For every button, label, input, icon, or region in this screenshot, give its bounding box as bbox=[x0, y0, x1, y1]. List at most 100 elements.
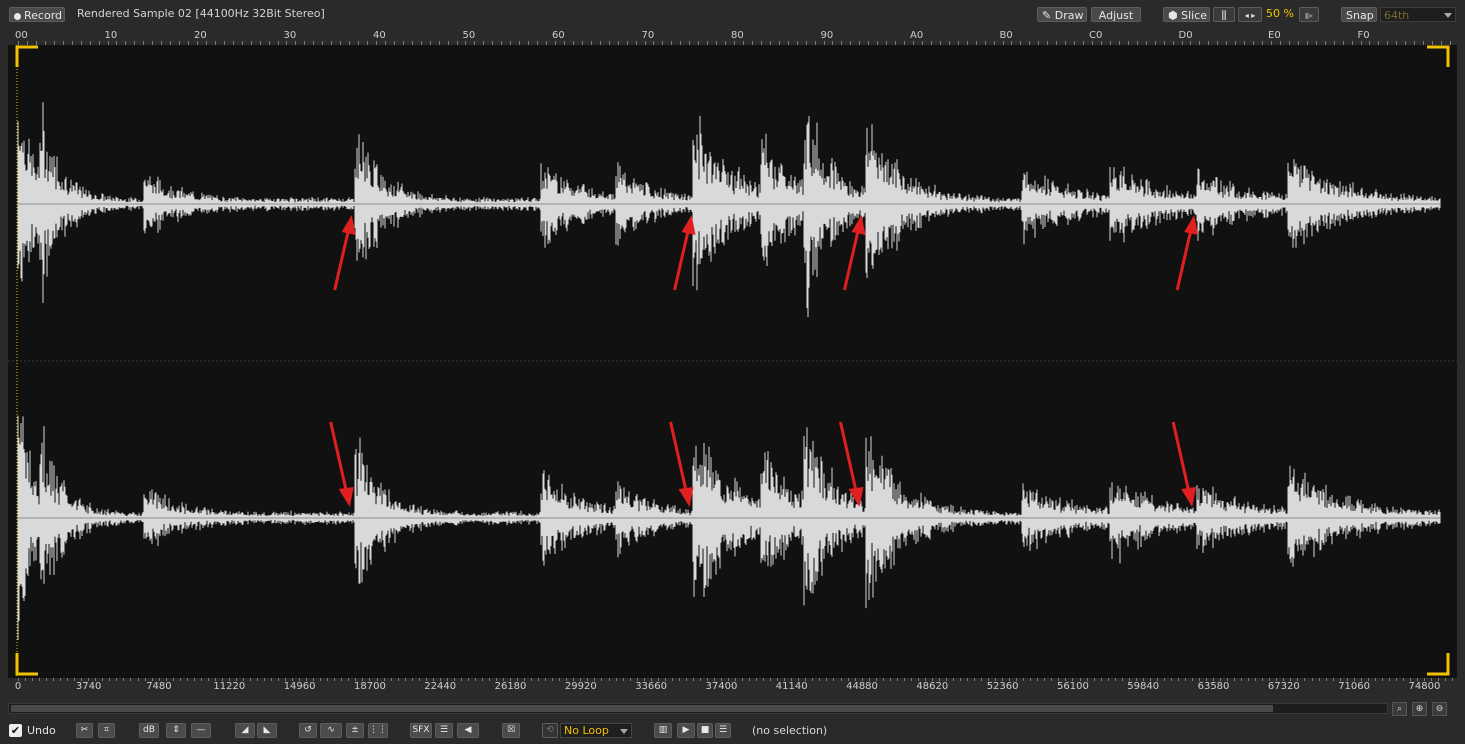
ruler-tick bbox=[271, 678, 272, 681]
loop-marker-bottom-left[interactable] bbox=[15, 653, 38, 676]
ruler-bottom-label: 0 bbox=[14, 681, 22, 692]
ruler-tick bbox=[510, 678, 511, 681]
ruler-tick bbox=[257, 678, 258, 681]
ruler-bottom-label: 33660 bbox=[635, 681, 667, 692]
dc-offset-button[interactable]: ± bbox=[346, 723, 364, 738]
ruler-tick bbox=[74, 678, 75, 681]
ruler-tick bbox=[1227, 678, 1228, 681]
ruler-tick bbox=[138, 678, 139, 681]
ruler-tick bbox=[791, 678, 792, 681]
ruler-tick bbox=[1389, 678, 1390, 681]
ruler-tick bbox=[545, 678, 546, 681]
ruler-tick bbox=[229, 678, 230, 681]
waveform-channel-2 bbox=[17, 415, 1441, 640]
ruler-tick bbox=[355, 678, 356, 681]
ruler-tick bbox=[707, 678, 708, 681]
ruler-tick bbox=[1396, 678, 1397, 681]
horizontal-scrollbar[interactable] bbox=[8, 703, 1388, 714]
slice-arrow-bottom bbox=[839, 421, 864, 507]
waveform-view[interactable] bbox=[8, 45, 1457, 678]
record-button[interactable]: Record bbox=[9, 7, 65, 22]
zoom-arrows[interactable]: ◂ ▸ bbox=[1238, 7, 1262, 22]
zoom-search-icon[interactable]: ⌕ bbox=[1392, 702, 1407, 716]
ruler-tick bbox=[447, 678, 448, 681]
stop-button[interactable]: ■ bbox=[697, 723, 713, 738]
normalize-button[interactable]: ⇕ bbox=[166, 723, 186, 738]
reverse-button[interactable]: ↺ bbox=[299, 723, 317, 738]
loop-icon: ⟲ bbox=[546, 725, 554, 735]
bottom-ruler[interactable]: 0 3740 7480 11220 14960 18700 22440 26180 29920 3… bbox=[8, 678, 1457, 694]
zoom-arrows-icon: ◂ ▸ bbox=[1244, 11, 1256, 20]
ruler-tick bbox=[348, 678, 349, 681]
ruler-tick bbox=[946, 678, 947, 681]
snap-button[interactable]: Snap bbox=[1341, 7, 1377, 22]
menu-button[interactable]: ☰ bbox=[435, 723, 453, 738]
resample-button[interactable]: ⋮⋮ bbox=[368, 723, 388, 738]
ruler-tick bbox=[1185, 678, 1186, 681]
snap-select[interactable]: 64th bbox=[1380, 7, 1456, 22]
ruler-tick bbox=[1150, 678, 1151, 681]
slice-arrow-bottom bbox=[1171, 421, 1197, 507]
ruler-tick bbox=[890, 678, 891, 681]
fade-in-button[interactable]: ◢ bbox=[235, 723, 255, 738]
ruler-bottom-label: 44880 bbox=[846, 681, 878, 692]
fade-out-button[interactable]: ◣ bbox=[257, 723, 277, 738]
ruler-tick bbox=[1445, 678, 1446, 681]
ruler-tick bbox=[918, 678, 919, 681]
ruler-tick bbox=[503, 678, 504, 681]
clear-button[interactable]: ☒ bbox=[502, 723, 520, 738]
zoom-value[interactable]: 50 % bbox=[1266, 7, 1294, 20]
loop-icon-button[interactable]: ⟲ bbox=[542, 723, 558, 738]
ruler-tick bbox=[341, 678, 342, 681]
ruler-tick bbox=[1051, 678, 1052, 681]
zoom-fit-button[interactable]: ▮▸ bbox=[1299, 7, 1319, 22]
loop-marker-top-left[interactable] bbox=[15, 45, 38, 67]
list-button[interactable]: ☰ bbox=[715, 723, 731, 738]
ruler-tick bbox=[672, 678, 673, 681]
ruler-tick bbox=[1178, 678, 1179, 681]
ruler-tick bbox=[1023, 678, 1024, 681]
sfx-button[interactable]: SFX bbox=[410, 723, 432, 738]
ruler-tick bbox=[187, 678, 188, 681]
ruler-tick bbox=[1129, 678, 1130, 681]
slice-button[interactable]: ⬢ Slice bbox=[1163, 7, 1210, 22]
menu-icon: ☰ bbox=[439, 725, 449, 735]
top-ruler[interactable]: 00 10 20 30 40 50 60 70 80 90 A0 B0 C0 D0 E0 F0 bbox=[8, 29, 1457, 45]
ruler-tick bbox=[1143, 678, 1144, 681]
cut-button[interactable]: ✂ bbox=[76, 723, 93, 738]
ruler-tick bbox=[278, 678, 279, 681]
zoom-in-icon[interactable]: ⊕ bbox=[1412, 702, 1427, 716]
loop-marker-top-right[interactable] bbox=[1427, 45, 1450, 67]
check-icon: ✔ bbox=[10, 724, 21, 737]
export-button[interactable]: ◀ bbox=[457, 723, 479, 738]
ruler-tick bbox=[222, 678, 223, 681]
ruler-tick bbox=[988, 678, 989, 681]
undo-label: Undo bbox=[27, 724, 56, 737]
scrollbar-thumb[interactable] bbox=[11, 705, 1273, 712]
reverse-icon: ↺ bbox=[304, 725, 312, 735]
ruler-tick bbox=[1065, 678, 1066, 681]
draw-button[interactable]: ✎ Draw bbox=[1037, 7, 1087, 22]
phase-button[interactable]: ∿ bbox=[320, 723, 342, 738]
undo-checkbox[interactable]: ✔ bbox=[9, 724, 22, 737]
keyboard-button[interactable]: ▥ bbox=[654, 723, 672, 738]
ruler-top-label: D0 bbox=[1178, 30, 1193, 41]
silence-button[interactable]: — bbox=[191, 723, 211, 738]
play-button[interactable]: ▶ bbox=[677, 723, 695, 738]
ruler-tick bbox=[897, 678, 898, 681]
slice-settings-button[interactable]: ⫼ bbox=[1213, 7, 1235, 22]
loop-marker-bottom-right[interactable] bbox=[1427, 653, 1450, 676]
adjust-button[interactable]: Adjust bbox=[1091, 7, 1141, 22]
db-button[interactable]: dB bbox=[139, 723, 159, 738]
selection-status: (no selection) bbox=[752, 724, 828, 737]
ruler-bottom-label: 26180 bbox=[494, 681, 527, 692]
ruler-top-label: A0 bbox=[910, 30, 924, 41]
loop-mode-select[interactable]: No Loop bbox=[560, 723, 632, 738]
ruler-tick bbox=[116, 678, 117, 681]
zoom-out-icon[interactable]: ⊖ bbox=[1432, 702, 1447, 716]
ruler-bottom-label: 74800 bbox=[1408, 681, 1441, 692]
ruler-tick bbox=[1094, 678, 1095, 681]
crop-button[interactable]: ⌗ bbox=[98, 723, 115, 738]
ruler-tick bbox=[215, 678, 216, 681]
ruler-tick bbox=[173, 678, 174, 681]
